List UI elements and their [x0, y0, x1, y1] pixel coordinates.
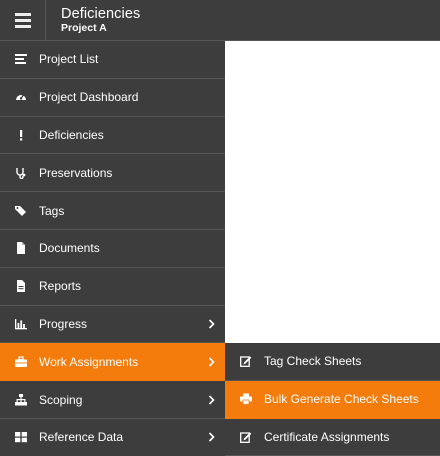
sidebar-item-label: Deficiencies	[39, 127, 104, 142]
page-title: Deficiencies	[61, 6, 141, 22]
edit-icon	[225, 355, 264, 368]
tags-icon	[0, 205, 39, 217]
chevron-right-icon	[208, 357, 215, 367]
sidebar-item-scoping[interactable]: Scoping	[0, 381, 225, 419]
submenu-item-tag-check-sheets[interactable]: Tag Check Sheets	[225, 343, 440, 381]
sidebar-item-label: Progress	[39, 316, 88, 331]
sidebar-item-label: Work Assignments	[39, 354, 139, 369]
sitemap-icon	[0, 393, 39, 406]
bar-chart-icon	[0, 318, 39, 330]
list-icon	[0, 53, 39, 65]
stethoscope-icon	[0, 167, 39, 179]
main-content	[225, 41, 440, 344]
sidebar-item-reference-data[interactable]: Reference Data	[0, 419, 225, 456]
sidebar-item-label: Reports	[39, 279, 82, 294]
report-icon	[0, 280, 39, 293]
hamburger-icon[interactable]	[0, 0, 46, 41]
grid-icon	[0, 431, 39, 443]
sidebar-item-project-dashboard[interactable]: Project Dashboard	[0, 79, 225, 117]
work-assignments-submenu: Tag Check Sheets Bulk Generate Check She…	[225, 343, 440, 456]
briefcase-icon	[0, 356, 39, 368]
submenu-item-label: Tag Check Sheets	[264, 354, 362, 369]
top-bar: Deficiencies Project A	[0, 0, 440, 41]
sidebar-item-label: Preservations	[39, 165, 113, 180]
print-icon	[225, 393, 264, 406]
sidebar-item-deficiencies[interactable]: Deficiencies	[0, 117, 225, 155]
sidebar-item-project-list[interactable]: Project List	[0, 41, 225, 79]
edit-icon	[225, 431, 264, 443]
sidebar-item-label: Scoping	[39, 392, 83, 407]
exclamation-icon	[0, 129, 39, 141]
sidebar-item-documents[interactable]: Documents	[0, 230, 225, 268]
chevron-right-icon	[208, 319, 215, 329]
dashboard-icon	[0, 91, 39, 103]
chevron-right-icon	[208, 432, 215, 442]
sidebar-item-label: Project List	[39, 52, 99, 67]
submenu-item-certificate-assignments[interactable]: Certificate Assignments	[225, 419, 440, 456]
document-icon	[0, 242, 39, 255]
sidebar-item-label: Project Dashboard	[39, 90, 139, 105]
submenu-item-label: Certificate Assignments	[264, 429, 390, 444]
sidebar-item-preservations[interactable]: Preservations	[0, 154, 225, 193]
submenu-item-label: Bulk Generate Check Sheets	[264, 392, 419, 407]
sidebar-item-label: Documents	[39, 241, 100, 256]
sidebar: Project List Project Dashboard Deficienc…	[0, 41, 225, 456]
sidebar-item-work-assignments[interactable]: Work Assignments	[0, 343, 225, 382]
sidebar-item-reports[interactable]: Reports	[0, 268, 225, 306]
project-name: Project A	[61, 22, 107, 34]
sidebar-item-label: Tags	[39, 203, 65, 218]
sidebar-item-progress[interactable]: Progress	[0, 306, 225, 344]
sidebar-item-tags[interactable]: Tags	[0, 192, 225, 230]
submenu-item-bulk-generate-check-sheets[interactable]: Bulk Generate Check Sheets	[225, 380, 440, 419]
chevron-right-icon	[208, 394, 215, 405]
sidebar-item-label: Reference Data	[39, 430, 124, 445]
